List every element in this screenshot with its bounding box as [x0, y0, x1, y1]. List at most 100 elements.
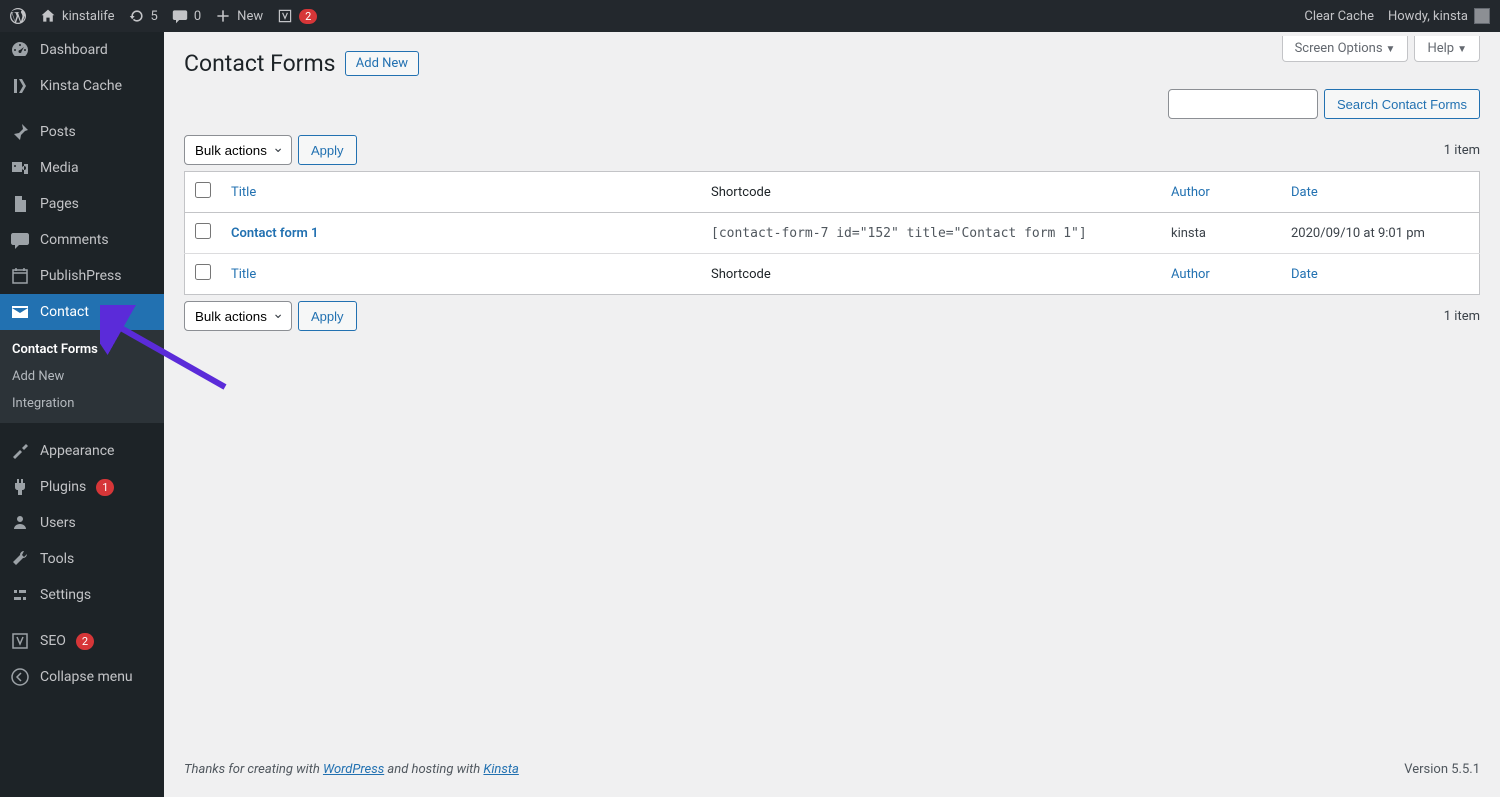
page-title: Contact Forms: [184, 50, 336, 77]
sidebar-item-label: SEO: [40, 633, 66, 649]
content-area: Screen Options▼ Help▼ Contact Forms Add …: [164, 32, 1500, 797]
sidebar-item-label: Tools: [40, 551, 74, 567]
sidebar-item-posts[interactable]: Posts: [0, 114, 164, 150]
row-shortcode: [contact-form-7 id="152" title="Contact …: [711, 226, 1087, 241]
sidebar-item-pages[interactable]: Pages: [0, 186, 164, 222]
yoast-link[interactable]: 2: [277, 8, 317, 24]
settings-icon: [10, 585, 30, 605]
site-link[interactable]: kinstalife: [40, 8, 115, 24]
users-icon: [10, 513, 30, 533]
updates-count: 5: [151, 9, 158, 24]
search-button[interactable]: Search Contact Forms: [1324, 89, 1480, 119]
howdy-label: Howdy, kinsta: [1388, 9, 1468, 24]
sidebar-item-dashboard[interactable]: Dashboard: [0, 32, 164, 68]
sidebar-item-label: Collapse menu: [40, 669, 133, 685]
col-author-footer[interactable]: Author: [1161, 254, 1281, 295]
select-all-checkbox-footer[interactable]: [195, 264, 211, 280]
new-content-link[interactable]: New: [215, 8, 263, 24]
footer-text: and hosting with: [384, 762, 483, 777]
sidebar-item-comments[interactable]: Comments: [0, 222, 164, 258]
sidebar-item-appearance[interactable]: Appearance: [0, 433, 164, 469]
submenu-add-new[interactable]: Add New: [0, 363, 164, 390]
col-author[interactable]: Author: [1161, 172, 1281, 213]
apply-button[interactable]: Apply: [298, 135, 357, 165]
item-count: 1 item: [1444, 143, 1480, 158]
help-tab[interactable]: Help▼: [1414, 36, 1480, 62]
comments-icon: [10, 230, 30, 250]
site-name: kinstalife: [62, 9, 115, 24]
calendar-icon: [10, 266, 30, 286]
avatar: [1474, 8, 1490, 24]
appearance-icon: [10, 441, 30, 461]
contact-submenu: Contact Forms Add New Integration: [0, 330, 164, 423]
select-all-checkbox[interactable]: [195, 182, 211, 198]
submenu-integration[interactable]: Integration: [0, 390, 164, 417]
forms-table: Title Shortcode Author Date Contact form…: [184, 171, 1480, 295]
seo-count-badge: 2: [76, 633, 94, 650]
refresh-icon: [129, 8, 145, 24]
sidebar-item-label: Users: [40, 515, 76, 531]
col-shortcode: Shortcode: [701, 172, 1161, 213]
col-title[interactable]: Title: [221, 172, 701, 213]
comments-count: 0: [194, 9, 201, 24]
version-label: Version 5.5.1: [1404, 762, 1480, 777]
updates-link[interactable]: 5: [129, 8, 158, 24]
admin-bar: kinstalife 5 0 New 2 Clear Cache Howdy, …: [0, 0, 1500, 32]
chevron-down-icon: ▼: [1386, 44, 1396, 55]
sidebar-item-label: PublishPress: [40, 268, 121, 284]
comments-link[interactable]: 0: [172, 8, 201, 24]
sidebar-item-media[interactable]: Media: [0, 150, 164, 186]
sidebar-item-users[interactable]: Users: [0, 505, 164, 541]
submenu-contact-forms[interactable]: Contact Forms: [0, 336, 164, 363]
sidebar-item-tools[interactable]: Tools: [0, 541, 164, 577]
sidebar-item-kinsta-cache[interactable]: Kinsta Cache: [0, 68, 164, 104]
footer-text: Thanks for creating with: [184, 762, 323, 777]
admin-sidebar: Dashboard Kinsta Cache Posts Media Pages…: [0, 32, 164, 797]
pages-icon: [10, 194, 30, 214]
clear-cache-link[interactable]: Clear Cache: [1304, 9, 1374, 24]
clear-cache-label: Clear Cache: [1304, 9, 1374, 24]
sidebar-item-plugins[interactable]: Plugins1: [0, 469, 164, 505]
wp-logo[interactable]: [10, 8, 26, 24]
sidebar-collapse[interactable]: Collapse menu: [0, 659, 164, 695]
apply-button-bottom[interactable]: Apply: [298, 301, 357, 331]
col-date-footer[interactable]: Date: [1281, 254, 1480, 295]
add-new-button[interactable]: Add New: [345, 51, 419, 76]
sidebar-item-label: Kinsta Cache: [40, 78, 122, 94]
screen-options-tab[interactable]: Screen Options▼: [1282, 36, 1409, 62]
row-author: kinsta: [1161, 213, 1281, 254]
row-date: 2020/09/10 at 9:01 pm: [1281, 213, 1480, 254]
row-title-link[interactable]: Contact form 1: [231, 226, 318, 241]
sidebar-item-seo[interactable]: SEO 2: [0, 623, 164, 659]
kinsta-icon: [10, 76, 30, 96]
footer: Thanks for creating with WordPress and h…: [184, 722, 1480, 777]
row-checkbox[interactable]: [195, 223, 211, 239]
dashboard-icon: [10, 40, 30, 60]
plugins-count-badge: 1: [96, 479, 114, 496]
account-link[interactable]: Howdy, kinsta: [1388, 8, 1490, 24]
seo-icon: [10, 631, 30, 651]
tools-icon: [10, 549, 30, 569]
bulk-actions-select[interactable]: Bulk actions: [184, 135, 292, 165]
sidebar-item-label: Appearance: [40, 443, 114, 459]
yoast-icon: [277, 8, 293, 24]
wordpress-icon: [10, 8, 26, 24]
sidebar-item-label: Settings: [40, 587, 91, 603]
yoast-count: 2: [299, 9, 317, 24]
sidebar-item-contact[interactable]: Contact: [0, 294, 164, 330]
bulk-actions-select-bottom[interactable]: Bulk actions: [184, 301, 292, 331]
wordpress-link[interactable]: WordPress: [323, 762, 384, 777]
item-count-bottom: 1 item: [1444, 309, 1480, 324]
chevron-down-icon: ▼: [1457, 44, 1467, 55]
new-label: New: [237, 9, 263, 24]
sidebar-item-settings[interactable]: Settings: [0, 577, 164, 613]
sidebar-item-publishpress[interactable]: PublishPress: [0, 258, 164, 294]
kinsta-link[interactable]: Kinsta: [483, 762, 518, 777]
mail-icon: [10, 302, 30, 322]
col-date[interactable]: Date: [1281, 172, 1480, 213]
col-title-footer[interactable]: Title: [221, 254, 701, 295]
comment-icon: [172, 8, 188, 24]
search-input[interactable]: [1168, 89, 1318, 119]
media-icon: [10, 158, 30, 178]
home-icon: [40, 8, 56, 24]
